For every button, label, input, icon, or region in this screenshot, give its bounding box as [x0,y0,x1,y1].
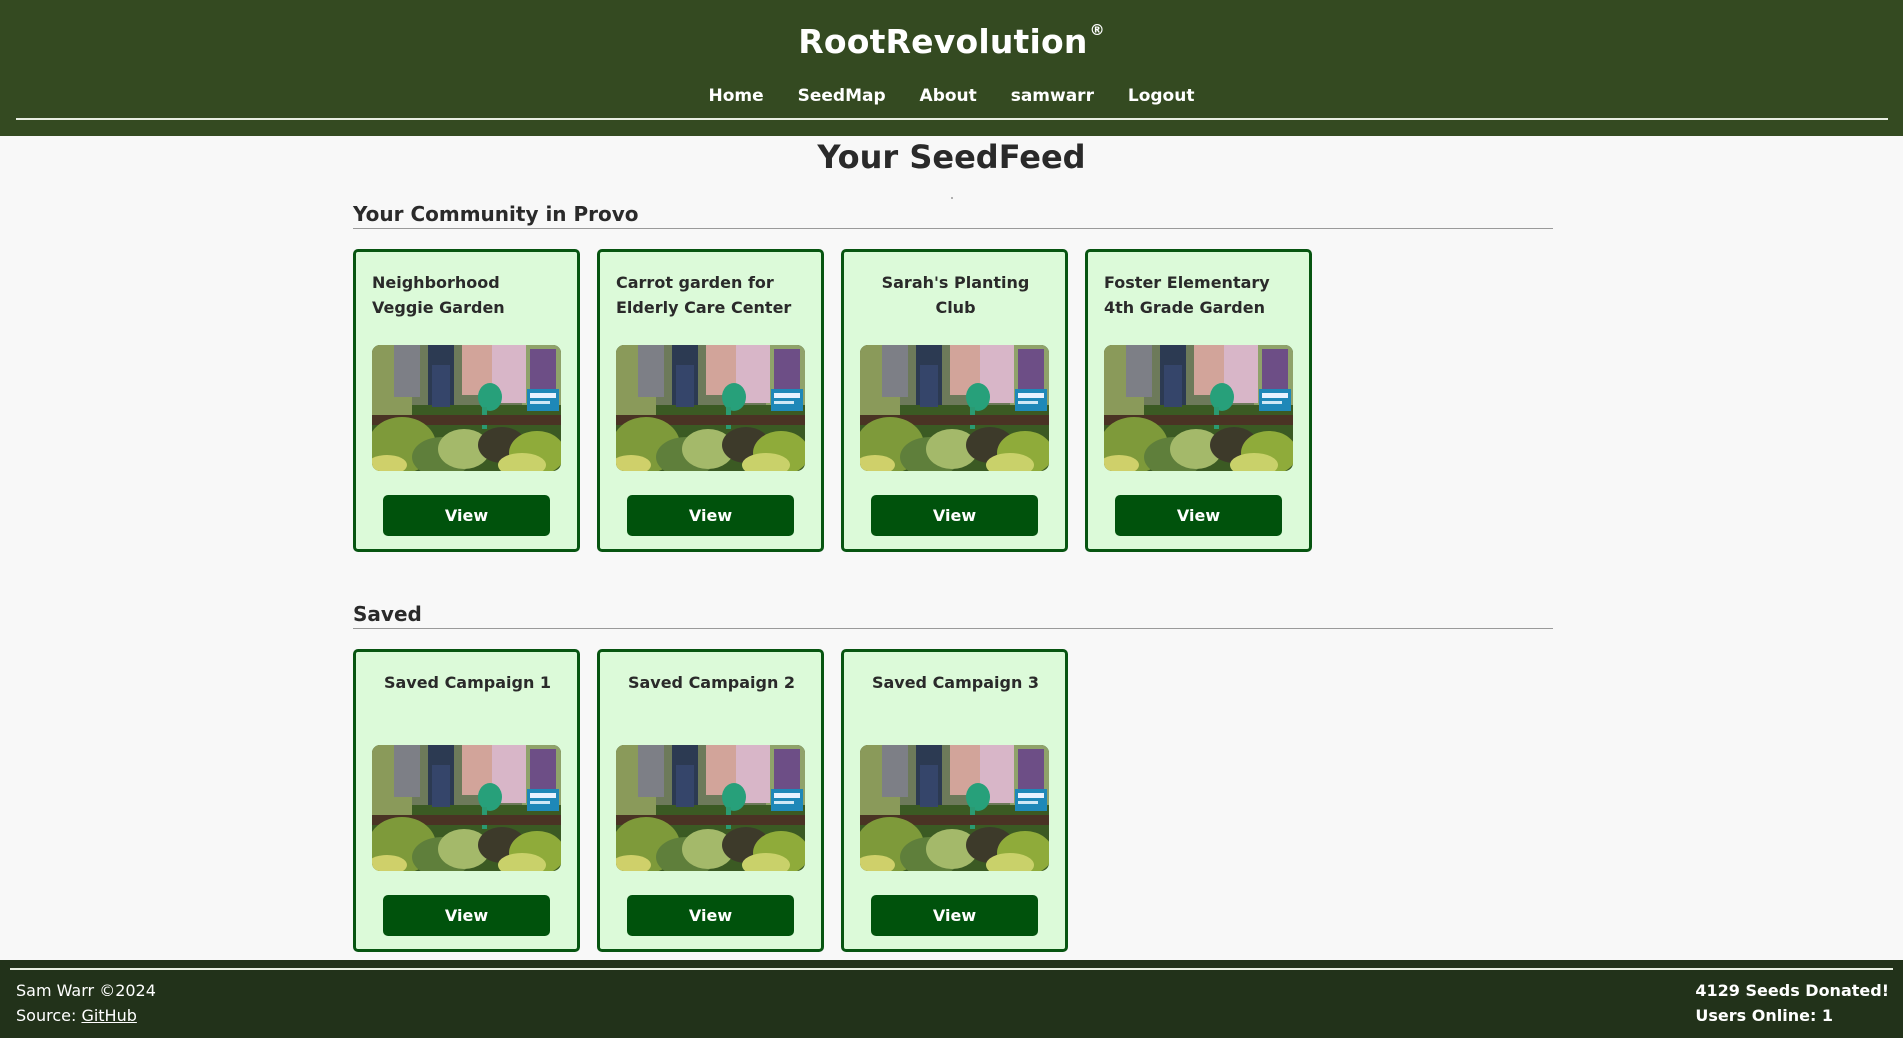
community-heading: Your Community in Provo [353,202,1553,229]
campaign-title: Foster Elementary 4th Grade Garden [1104,273,1270,317]
brand-logo[interactable]: RootRevolution ® [0,21,1903,61]
campaign-card: Saved Campaign 2 View [597,649,824,952]
campaign-title: Neighborhood Veggie Garden [372,273,505,317]
view-campaign-button[interactable]: View [627,895,794,936]
footer-divider [10,968,1893,970]
nav-seedmap-link[interactable]: SeedMap [798,86,886,106]
campaign-image [372,345,561,471]
saved-heading: Saved [353,602,1553,629]
footer-stats: 4129 Seeds Donated! Users Online: 1 [1695,978,1889,1028]
campaign-image [616,745,805,871]
nav-about-link[interactable]: About [920,86,977,106]
view-campaign-button[interactable]: View [383,495,550,536]
registered-mark: ® [1089,21,1105,39]
campaign-card: Foster Elementary 4th Grade Garden View [1085,249,1312,552]
campaign-card: Carrot garden for Elderly Care Center Vi… [597,249,824,552]
main-nav: Home SeedMap About samwarr Logout [0,86,1903,106]
campaign-image [860,345,1049,471]
page-title: Your SeedFeed [817,138,1086,176]
view-campaign-button[interactable]: View [871,495,1038,536]
view-campaign-button[interactable]: View [871,895,1038,936]
campaign-card: Sarah's Planting Club View [841,249,1068,552]
campaign-image [372,745,561,871]
title-divider [951,197,953,199]
site-footer: Sam Warr ©2024 Source: GitHub 4129 Seeds… [0,960,1903,1038]
nav-logout-link[interactable]: Logout [1128,86,1195,106]
campaign-card: Saved Campaign 3 View [841,649,1068,952]
brand-name[interactable]: RootRevolution [798,22,1087,61]
footer-credits: Sam Warr ©2024 Source: GitHub [16,978,156,1028]
github-link[interactable]: GitHub [81,1006,136,1025]
site-header: RootRevolution ® Home SeedMap About samwa… [0,0,1903,136]
campaign-image [860,745,1049,871]
view-campaign-button[interactable]: View [1115,495,1282,536]
source-line: Source: GitHub [16,1003,156,1028]
campaign-card: Saved Campaign 1 View [353,649,580,952]
campaign-title: Carrot garden for Elderly Care Center [616,273,792,317]
campaign-title: Saved Campaign 2 [627,673,796,692]
source-label: Source: [16,1006,82,1025]
nav-user-link[interactable]: samwarr [1011,86,1094,106]
campaign-title: Sarah's Planting Club [881,273,1030,317]
header-divider [16,118,1888,120]
view-campaign-button[interactable]: View [383,895,550,936]
users-online-text: Users Online: 1 [1695,1006,1834,1025]
nav-home-link[interactable]: Home [709,86,764,106]
view-campaign-button[interactable]: View [627,495,794,536]
community-cards: Neighborhood Veggie Garden View Carrot ga… [353,249,1312,552]
campaign-image [1104,345,1293,471]
campaign-card: Neighborhood Veggie Garden View [353,249,580,552]
campaign-title: Saved Campaign 3 [871,673,1040,692]
seeds-donated-text: 4129 Seeds Donated! [1695,981,1889,1000]
saved-cards: Saved Campaign 1 View Saved Campaign 2 V… [353,649,1068,952]
copyright-text: Sam Warr ©2024 [16,981,156,1000]
campaign-title: Saved Campaign 1 [383,673,552,692]
campaign-image [616,345,805,471]
